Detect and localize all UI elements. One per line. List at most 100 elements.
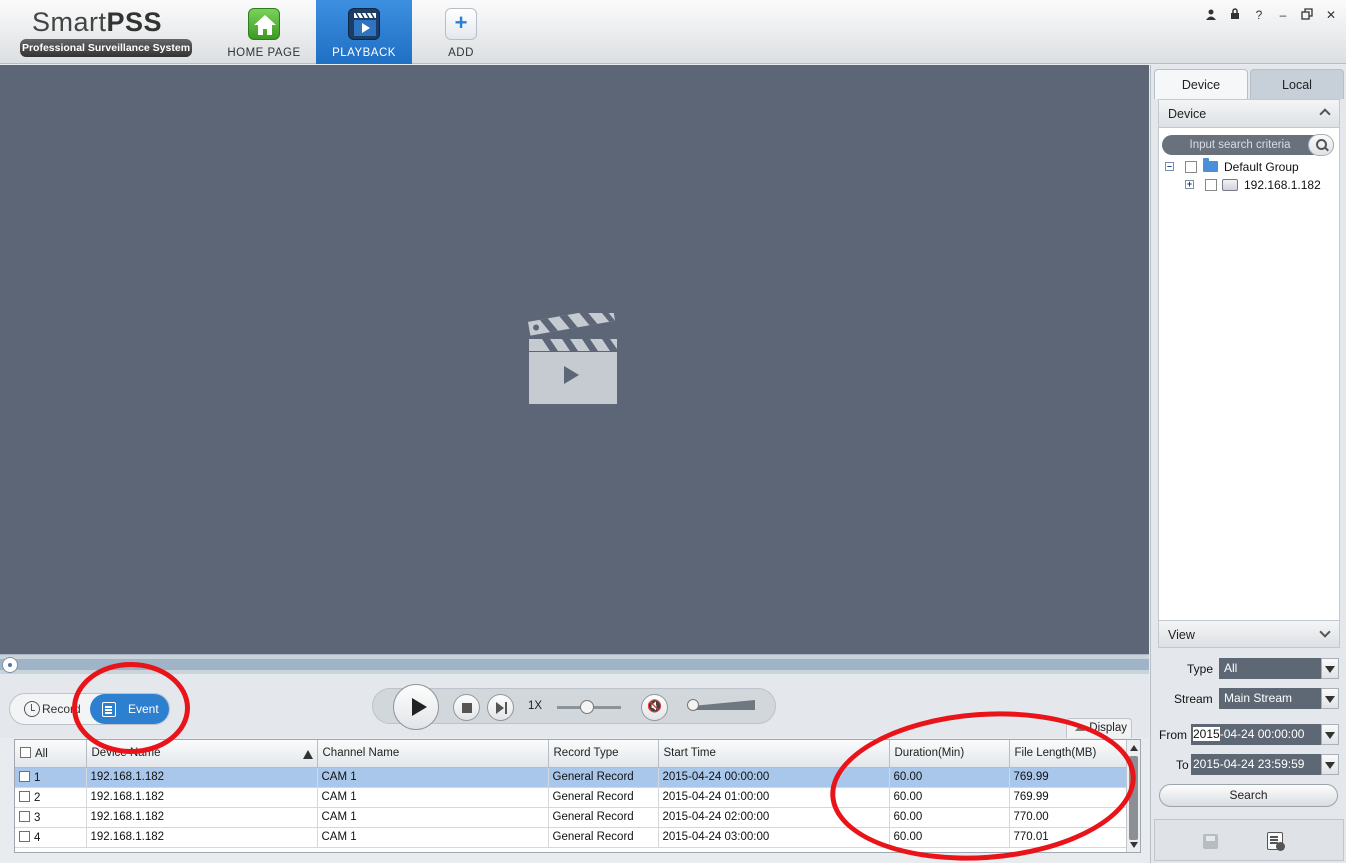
device-search [1162,134,1334,156]
table-row[interactable]: 3 192.168.1.182 CAM 1 General Record 201… [15,807,1128,828]
control-bar: Record Event 1X [0,674,1149,738]
record-mode-button[interactable]: Record [10,694,90,724]
nav-home-page[interactable]: HOME PAGE [216,0,312,64]
device-search-input[interactable] [1170,136,1310,154]
mute-button[interactable] [641,694,668,721]
stream-dropdown-arrow[interactable] [1321,688,1339,709]
to-label: To [1176,758,1189,772]
display-toggle-button[interactable]: Display [1066,718,1132,738]
column-duration[interactable]: Duration(Min) [889,740,1010,768]
restore-icon[interactable] [1300,8,1314,22]
stream-filter: Stream Main Stream [1151,688,1346,710]
device-section: Device – Default Group + 192.168.1.182 [1158,99,1340,621]
row-checkbox[interactable] [19,830,30,842]
playback-timeline[interactable] [0,654,1149,674]
dvr-device-icon [1222,179,1238,191]
home-icon [248,8,280,40]
save-icon[interactable] [1203,834,1218,849]
speed-indicator: 1X [528,700,543,712]
to-filter: To 2015-04-24 23:59:59 [1151,754,1346,776]
search-button[interactable]: Search [1159,784,1338,807]
minimize-icon[interactable]: – [1276,8,1290,22]
add-icon: + [445,8,477,40]
select-all-header[interactable]: All [15,740,87,768]
clapperboard-icon [528,313,617,404]
nav-playback-label: PLAYBACK [332,47,396,59]
next-frame-button[interactable] [487,694,514,721]
folder-icon [1203,158,1218,172]
timeline-track [0,659,1149,670]
video-display[interactable] [0,65,1149,654]
sort-asc-icon [302,750,313,759]
from-datetime-input[interactable]: 2015-04-24 00:00:00 [1191,724,1321,745]
to-datetime-input[interactable]: 2015-04-24 23:59:59 [1191,754,1321,775]
volume-slider[interactable] [687,698,757,712]
logo-text: SmartPSS [32,7,163,37]
scroll-up-arrow[interactable] [1130,745,1138,751]
nav-home-label: HOME PAGE [227,47,301,59]
chevron-down-icon[interactable] [1319,626,1331,638]
tab-local[interactable]: Local [1250,69,1344,99]
device-section-header[interactable]: Device [1159,100,1339,128]
player-controls: 1X [372,684,776,730]
table-row[interactable]: 1 192.168.1.182 CAM 1 General Record 201… [15,767,1128,788]
table-row[interactable]: 2 192.168.1.182 CAM 1 General Record 201… [15,787,1128,808]
logo-subtitle: Professional Surveillance System [20,39,192,57]
type-select[interactable]: All [1219,658,1321,679]
to-calendar-arrow[interactable] [1321,754,1339,775]
playback-icon [348,8,380,40]
user-icon[interactable] [1204,8,1218,22]
mode-switch: Record Event [9,693,170,725]
device-checkbox[interactable] [1205,179,1217,191]
view-section-header[interactable]: View [1158,620,1340,648]
speed-slider[interactable] [557,700,621,714]
timeline-handle[interactable] [2,657,18,673]
event-mode-label: Event [128,702,159,716]
select-all-checkbox[interactable] [20,746,31,758]
from-filter: From 2015-04-24 00:00:00 [1151,724,1346,746]
table-scrollbar[interactable] [1126,740,1140,852]
column-record-type[interactable]: Record Type [548,740,659,768]
scroll-thumb[interactable] [1129,756,1138,840]
row-checkbox[interactable] [19,770,30,782]
right-panel: Device Local Device – Default Group + 19… [1150,65,1346,863]
column-device-name[interactable]: Device Name [86,740,318,768]
speed-slider-knob[interactable] [579,700,594,714]
row-checkbox[interactable] [19,790,30,802]
from-label: From [1159,728,1187,742]
event-list-icon [102,702,116,717]
stop-button[interactable] [453,694,480,721]
lock-icon[interactable] [1228,8,1242,22]
chevron-up-icon[interactable] [1319,108,1331,120]
play-button[interactable] [393,684,439,730]
scroll-down-arrow[interactable] [1130,842,1138,848]
nav-add[interactable]: + ADD [413,0,509,64]
top-bar: SmartPSS Professional Surveillance Syste… [0,0,1346,64]
device-label: 192.168.1.182 [1244,178,1321,192]
group-label: Default Group [1224,160,1299,174]
nav-add-label: ADD [448,47,474,59]
type-dropdown-arrow[interactable] [1321,658,1339,679]
tab-device[interactable]: Device [1154,69,1248,99]
type-filter: Type All [1151,658,1346,680]
collapse-icon[interactable]: – [1165,162,1174,171]
row-checkbox[interactable] [19,810,30,822]
download-list-icon[interactable] [1267,832,1285,851]
stream-select[interactable]: Main Stream [1219,688,1321,709]
clock-icon [24,701,40,717]
column-start-time[interactable]: Start Time [658,740,890,768]
close-icon[interactable]: ✕ [1324,8,1338,22]
column-file-length[interactable]: File Length(MB) [1009,740,1128,768]
expand-icon[interactable]: + [1185,180,1194,189]
nav-playback[interactable]: PLAYBACK [316,0,412,64]
type-label: Type [1187,662,1214,676]
record-mode-label: Record [42,702,81,716]
event-mode-button[interactable]: Event [90,694,169,724]
search-icon[interactable] [1308,134,1334,156]
table-row[interactable]: 4 192.168.1.182 CAM 1 General Record 201… [15,827,1128,848]
column-channel-name[interactable]: Channel Name [317,740,549,768]
from-calendar-arrow[interactable] [1321,724,1339,745]
group-checkbox[interactable] [1185,161,1197,173]
help-icon[interactable]: ? [1252,8,1266,22]
window-controls: ? – ✕ [1204,8,1338,22]
